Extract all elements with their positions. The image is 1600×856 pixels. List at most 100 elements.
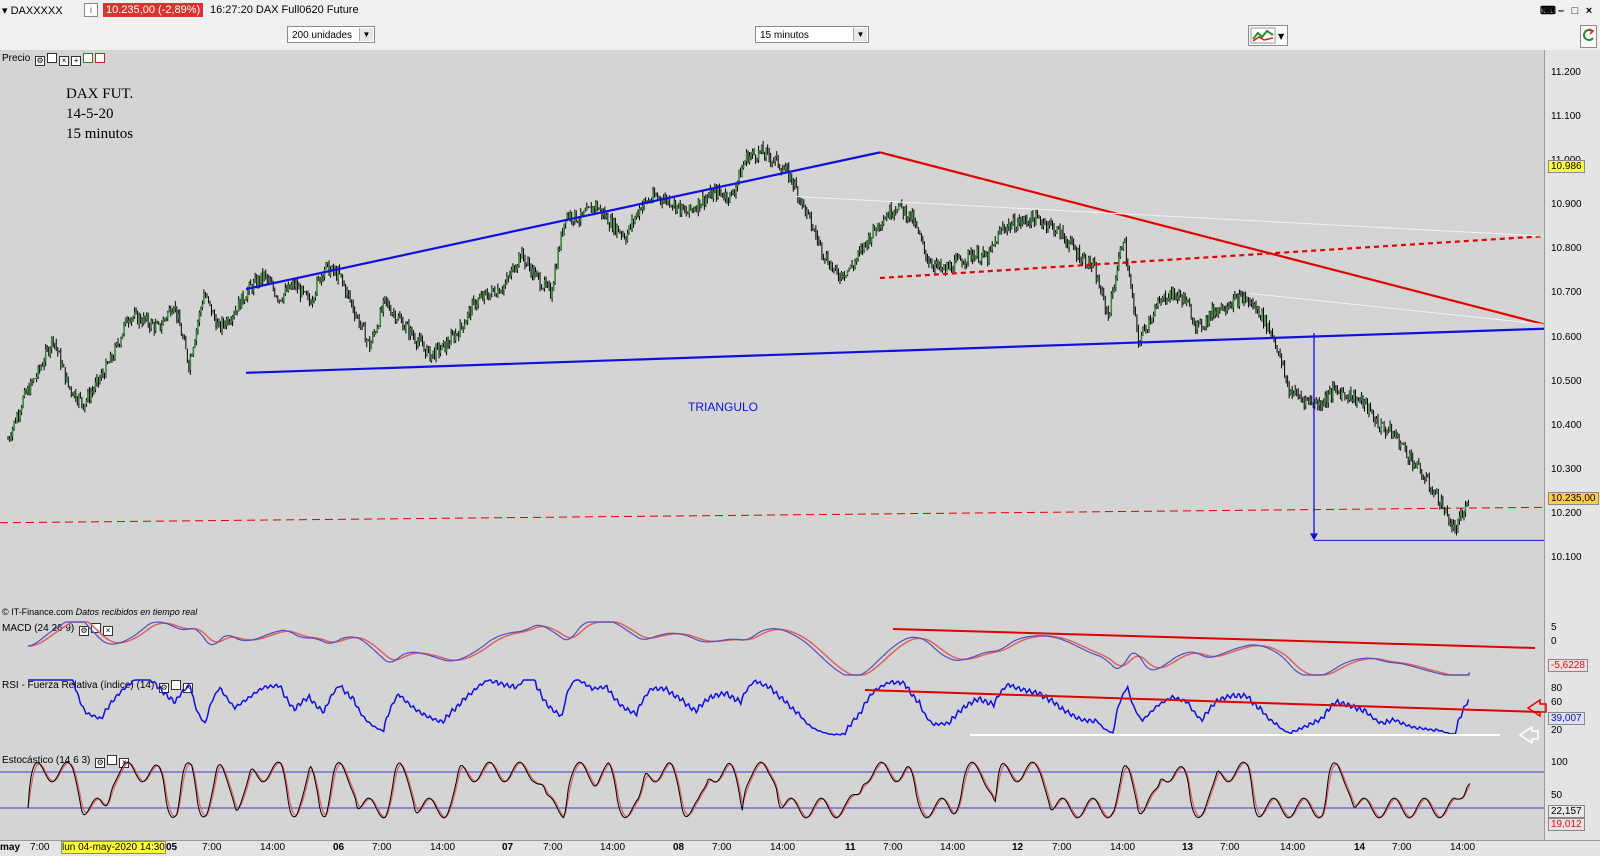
price-candle-up: [1142, 327, 1144, 336]
price-candle-up: [1015, 229, 1018, 231]
price-candle-up: [976, 249, 978, 257]
price-candle-up: [903, 207, 906, 215]
price-candle-up: [284, 288, 287, 294]
price-candle-up: [801, 199, 804, 205]
price-candle-up: [1047, 225, 1049, 229]
price-candle-up: [658, 196, 660, 198]
price-candle-up: [1169, 291, 1171, 299]
price-candle-up: [1166, 300, 1168, 303]
price-candle-up: [506, 277, 508, 284]
price-candle-up: [475, 304, 478, 307]
price-candle-up: [177, 314, 180, 320]
price-candle-up: [1256, 306, 1259, 310]
price-candle-up: [454, 333, 457, 341]
rsi-trend-line: [864, 689, 1541, 713]
price-candle-up: [166, 311, 169, 319]
price-candle-up: [281, 300, 284, 302]
price-candle-up: [686, 213, 689, 215]
price-candle-up: [882, 219, 885, 225]
price-candle-up: [477, 298, 480, 305]
guide-line: [794, 195, 1545, 237]
price-candle-up: [1402, 443, 1405, 445]
price-candle-up: [228, 321, 231, 324]
price-candle-up: [610, 218, 612, 228]
price-candle-up: [1116, 270, 1119, 279]
price-candle-up: [1080, 261, 1082, 263]
price-candle-up: [150, 321, 152, 329]
price-candle-up: [992, 244, 995, 246]
price-candle-up: [1261, 311, 1263, 320]
price-candle-up: [200, 308, 202, 313]
trend-line: [879, 151, 1545, 326]
price-candle-up: [355, 315, 357, 317]
price-candle-up: [212, 311, 214, 314]
price-candle-up: [1203, 326, 1206, 329]
price-candle-up: [99, 378, 101, 383]
price-candle-up: [724, 192, 727, 199]
price-candle-up: [406, 323, 409, 325]
price-candle-up: [616, 226, 618, 234]
price-candle-up: [1368, 404, 1370, 413]
price-candle-up: [160, 325, 163, 330]
price-candle-up: [174, 306, 177, 308]
macd-trend-line: [892, 628, 1536, 649]
price-candle-up: [638, 208, 641, 217]
price-candle-up: [1056, 227, 1058, 233]
price-candle-up: [445, 341, 448, 352]
price-candle-up: [201, 303, 204, 309]
price-candle-up: [521, 250, 523, 259]
price-candle-up: [1161, 297, 1164, 303]
price-candle-up: [702, 196, 704, 205]
price-candle-up: [459, 323, 461, 337]
price-candle-up: [1309, 400, 1312, 402]
price-candle-up: [557, 250, 559, 269]
price-candle-up: [1108, 313, 1111, 317]
price-candle-up: [605, 215, 608, 218]
price-candle-up: [830, 263, 832, 269]
price-candle-up: [142, 316, 145, 324]
price-candle-up: [735, 186, 737, 194]
price-candle-up: [872, 225, 874, 238]
price-candle-up: [112, 358, 115, 360]
price-candle-up: [888, 206, 891, 218]
price-candle-up: [1238, 294, 1241, 307]
price-candle-up: [896, 210, 899, 212]
price-candle-up: [680, 204, 683, 214]
price-candle-up: [1111, 291, 1114, 294]
price-candle-up: [1167, 298, 1170, 301]
price-candle-up: [691, 208, 694, 210]
price-candle-up: [980, 254, 983, 262]
target-arrowhead: [1310, 533, 1318, 541]
price-candle-up: [885, 215, 888, 219]
price-candle-up: [543, 279, 546, 289]
price-candle-up: [84, 404, 86, 410]
price-candle-up: [87, 391, 89, 401]
price-candle-up: [1380, 422, 1382, 432]
price-candle-up: [61, 364, 64, 367]
price-candle-up: [1253, 304, 1256, 309]
price-candle-up: [1294, 389, 1296, 394]
price-candle-up: [652, 191, 654, 201]
price-candle-up: [132, 316, 134, 319]
price-candle-up: [263, 272, 266, 280]
price-candle-up: [44, 348, 47, 362]
price-candle-up: [748, 156, 751, 163]
price-candle-up: [26, 387, 29, 394]
price-candle-up: [946, 264, 948, 272]
price-candle-up: [1315, 399, 1318, 403]
price-candle-up: [967, 250, 969, 262]
price-candle-up: [635, 213, 638, 218]
price-candle-up: [991, 245, 994, 250]
price-candle-up: [373, 332, 376, 335]
price-candle-up: [1087, 257, 1090, 269]
price-candle-up: [1351, 399, 1354, 402]
price-candle-up: [206, 296, 208, 298]
price-candle-up: [326, 262, 329, 264]
price-candle-up: [1090, 266, 1093, 268]
price-candle-up: [781, 169, 784, 173]
price-candle-up: [881, 224, 883, 226]
price-candle-up: [1387, 430, 1390, 432]
price-candle-up: [371, 334, 374, 343]
price-candle-up: [123, 324, 125, 334]
price-candle-up: [365, 339, 368, 343]
